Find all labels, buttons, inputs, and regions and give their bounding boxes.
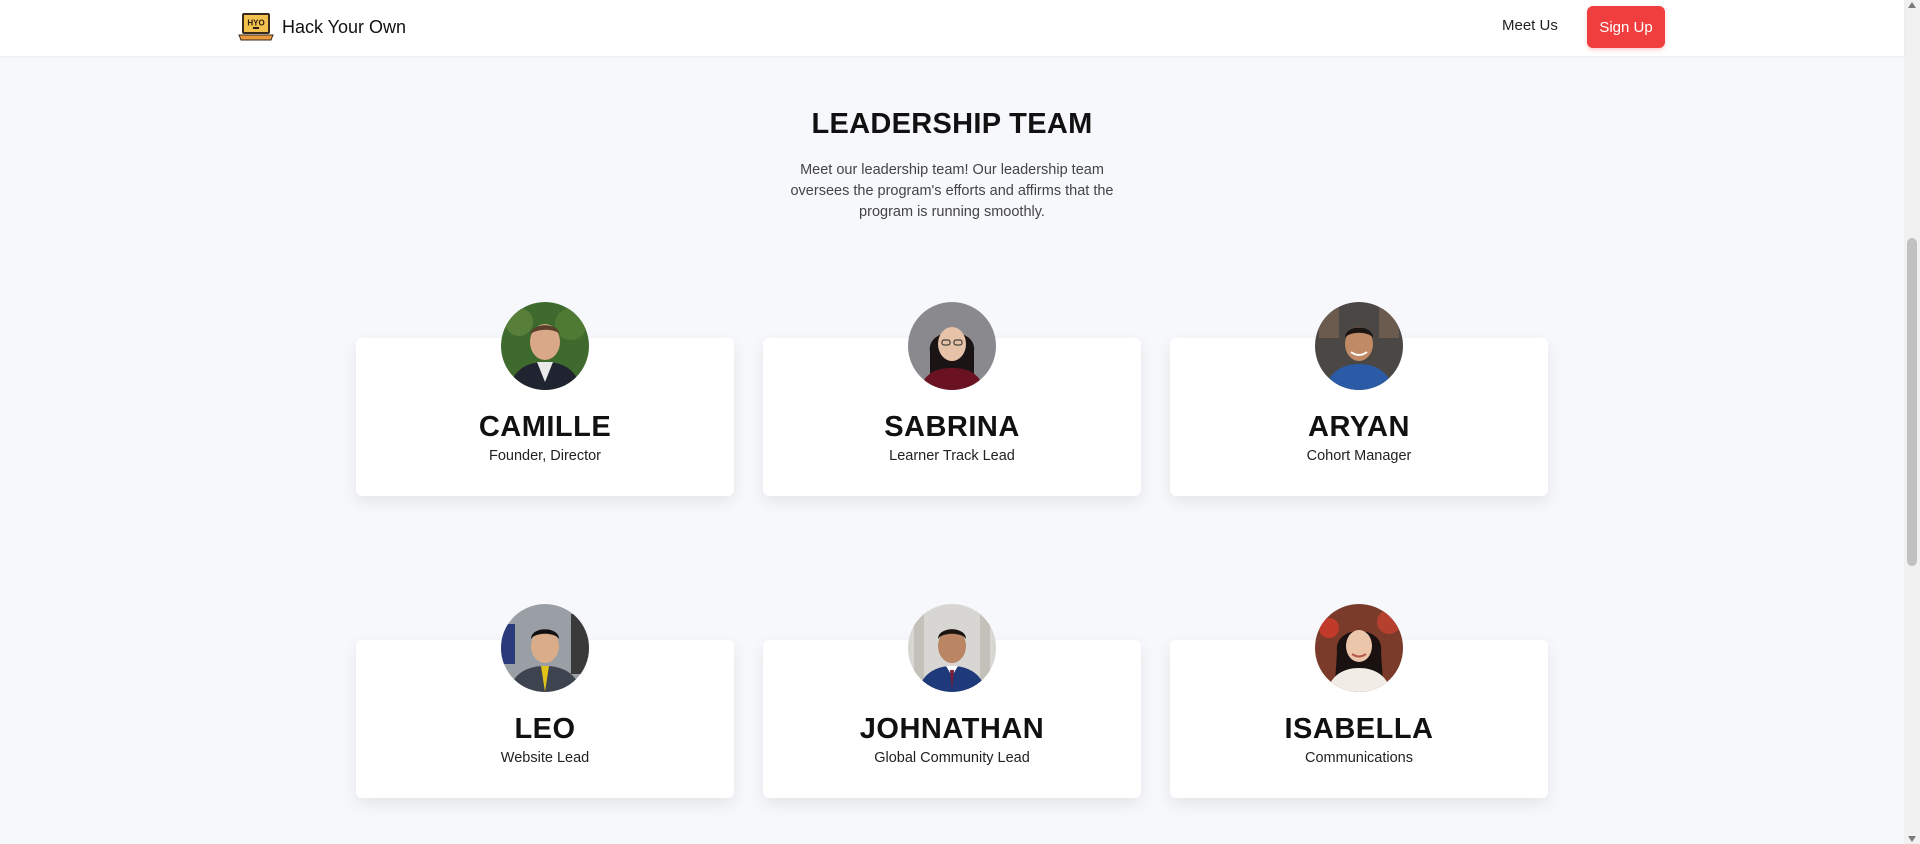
member-avatar [908,604,996,692]
page-scrollbar[interactable] [1904,0,1920,844]
member-name: ISABELLA [1284,713,1434,745]
member-role: Founder, Director [488,448,602,464]
avatar-leo-photo [501,604,589,692]
member-avatar [908,302,996,390]
nav-meet-us-link[interactable]: Meet Us [1502,17,1558,34]
scrollbar-thumb[interactable] [1907,238,1917,566]
avatar-sabrina-photo [908,302,996,390]
brand-link[interactable]: HYO Hack Your Own [238,12,406,42]
avatar-johnathan-photo [908,604,996,692]
scroll-up-arrow-icon[interactable] [1908,2,1916,8]
avatar-camille-photo [501,302,589,390]
logo-text: HYO [247,19,264,28]
member-role: Cohort Manager [1306,448,1412,464]
member-name: SABRINA [884,411,1020,443]
top-navbar: HYO Hack Your Own Meet Us Sign Up [0,0,1904,56]
section-description: Meet our leadership team! Our leadership… [790,162,1114,220]
member-avatar [501,604,589,692]
member-avatar [1315,604,1403,692]
member-name: CAMILLE [478,411,612,443]
brand-name: Hack Your Own [282,16,407,37]
member-role: Communications [1305,750,1413,766]
member-name: JOHNATHAN [859,713,1045,745]
avatar-aryan-photo [1315,302,1403,390]
member-role: Learner Track Lead [889,448,1015,464]
member-name: ARYAN [1308,411,1410,443]
member-role: Global Community Lead [874,750,1030,766]
member-role: Website Lead [500,750,590,766]
member-avatar [1315,302,1403,390]
member-name: LEO [514,713,576,745]
laptop-logo-icon: HYO [238,13,274,41]
avatar-isabella-photo [1315,604,1403,692]
sign-up-button[interactable]: Sign Up [1587,6,1665,48]
section-title: LEADERSHIP TEAM [811,108,1093,140]
member-avatar [501,302,589,390]
scroll-down-arrow-icon[interactable] [1908,836,1916,842]
